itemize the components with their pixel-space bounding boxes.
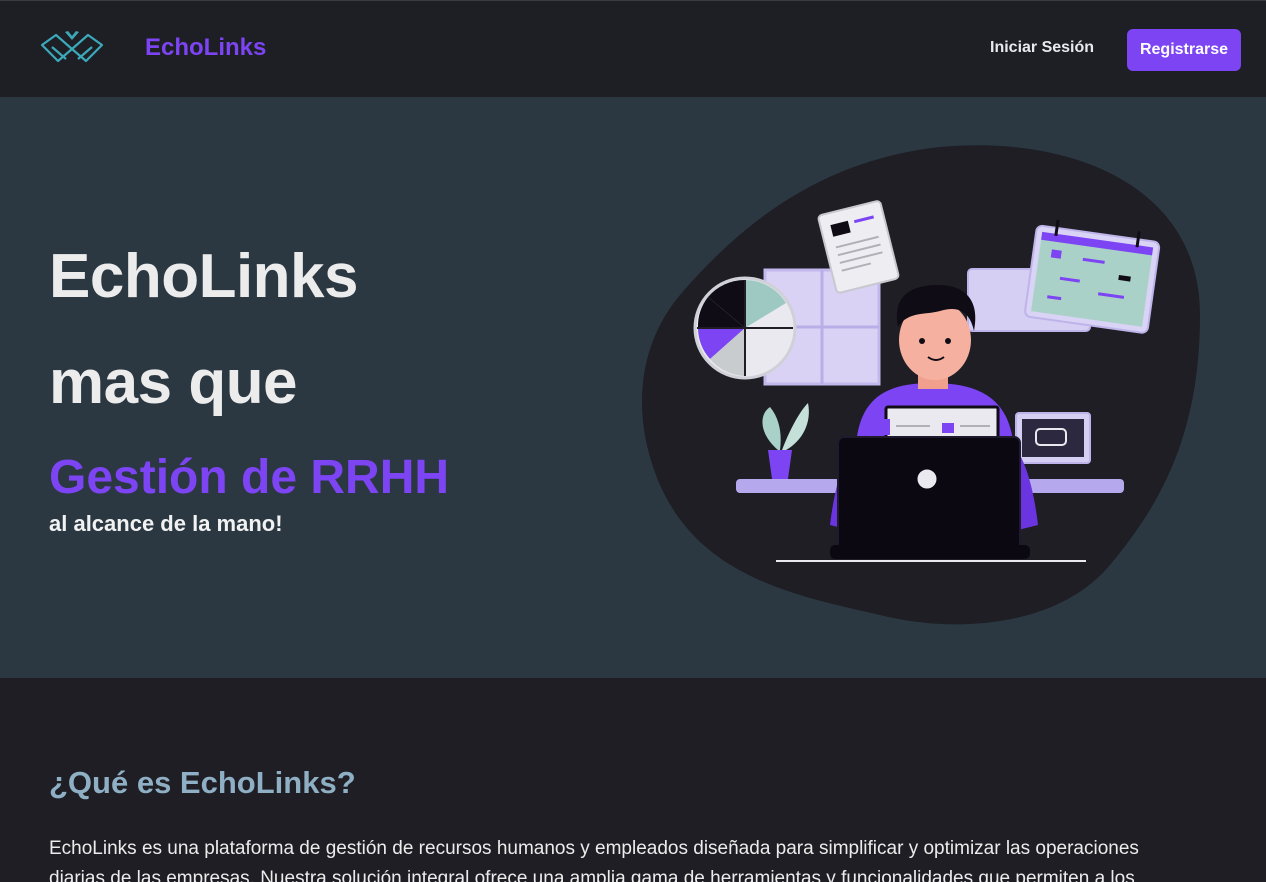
about-section: ¿Qué es EchoLinks? EchoLinks es una plat… [0,678,1266,882]
brand-name[interactable]: EchoLinks [145,34,266,62]
hero-highlight: Gestión de RRHH [49,451,450,504]
register-button[interactable]: Registrarse [1127,29,1241,71]
navbar: EchoLinks Iniciar Sesión Registrarse [0,0,1266,97]
hero-title-line2: mas que [49,348,298,417]
about-paragraph: EchoLinks es una plataforma de gestión d… [49,838,1139,882]
book-bird-logo-icon[interactable] [38,27,106,67]
about-title: ¿Qué es EchoLinks? [49,765,356,800]
hero-title-line1: EchoLinks [49,242,359,311]
person-working-on-laptop-illustration [641,145,1200,625]
hero-subtitle: al alcance de la mano! [49,511,283,536]
login-link[interactable]: Iniciar Sesión [990,39,1094,57]
hero-section: EchoLinks mas que Gestión de RRHH al alc… [0,97,1266,678]
